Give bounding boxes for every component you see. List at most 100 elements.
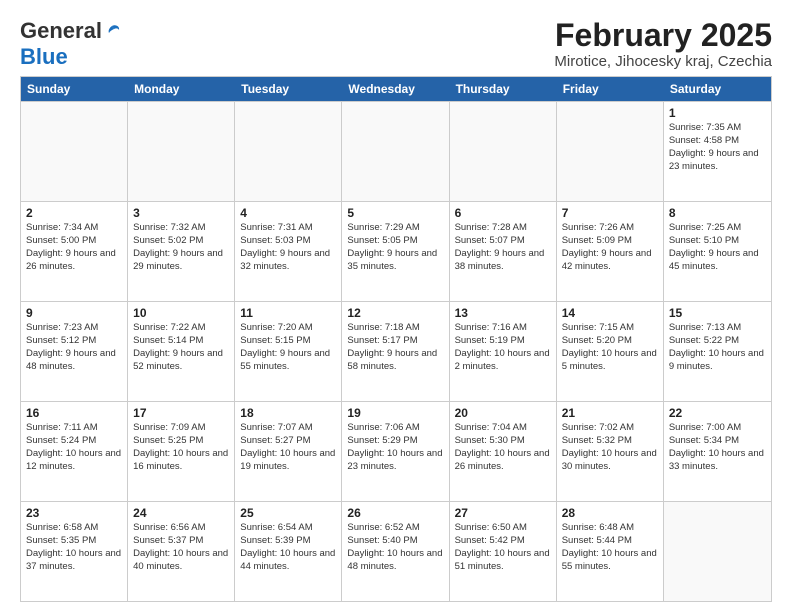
day-cell-23: 23 Sunrise: 6:58 AM Sunset: 5:35 PM Dayli…: [21, 502, 128, 601]
day-cell-17: 17 Sunrise: 7:09 AM Sunset: 5:25 PM Dayli…: [128, 402, 235, 501]
calendar: SundayMondayTuesdayWednesdayThursdayFrid…: [20, 76, 772, 602]
day-cell-6: 6 Sunrise: 7:28 AM Sunset: 5:07 PM Daylig…: [450, 202, 557, 301]
day-number: 14: [562, 306, 658, 320]
weekday-header-tuesday: Tuesday: [235, 77, 342, 101]
weekday-header-friday: Friday: [557, 77, 664, 101]
day-cell-4: 4 Sunrise: 7:31 AM Sunset: 5:03 PM Daylig…: [235, 202, 342, 301]
day-number: 6: [455, 206, 551, 220]
day-info: Sunrise: 7:26 AM Sunset: 5:09 PM Dayligh…: [562, 222, 658, 273]
day-number: 24: [133, 506, 229, 520]
day-number: 19: [347, 406, 443, 420]
day-cell-18: 18 Sunrise: 7:07 AM Sunset: 5:27 PM Dayli…: [235, 402, 342, 501]
day-number: 15: [669, 306, 766, 320]
day-number: 26: [347, 506, 443, 520]
empty-cell-4-6: [664, 502, 771, 601]
day-number: 8: [669, 206, 766, 220]
title-block: February 2025 Mirotice, Jihocesky kraj, …: [554, 18, 772, 70]
calendar-body: 1 Sunrise: 7:35 AM Sunset: 4:58 PM Daylig…: [21, 101, 771, 601]
day-info: Sunrise: 6:52 AM Sunset: 5:40 PM Dayligh…: [347, 522, 443, 573]
day-info: Sunrise: 7:18 AM Sunset: 5:17 PM Dayligh…: [347, 322, 443, 373]
day-number: 28: [562, 506, 658, 520]
day-number: 16: [26, 406, 122, 420]
day-cell-25: 25 Sunrise: 6:54 AM Sunset: 5:39 PM Dayli…: [235, 502, 342, 601]
empty-cell-0-4: [450, 102, 557, 201]
day-cell-10: 10 Sunrise: 7:22 AM Sunset: 5:14 PM Dayli…: [128, 302, 235, 401]
day-number: 25: [240, 506, 336, 520]
day-info: Sunrise: 7:32 AM Sunset: 5:02 PM Dayligh…: [133, 222, 229, 273]
empty-cell-0-3: [342, 102, 449, 201]
day-number: 17: [133, 406, 229, 420]
day-number: 18: [240, 406, 336, 420]
empty-cell-0-5: [557, 102, 664, 201]
day-info: Sunrise: 7:16 AM Sunset: 5:19 PM Dayligh…: [455, 322, 551, 373]
empty-cell-0-2: [235, 102, 342, 201]
day-info: Sunrise: 7:15 AM Sunset: 5:20 PM Dayligh…: [562, 322, 658, 373]
day-cell-20: 20 Sunrise: 7:04 AM Sunset: 5:30 PM Dayli…: [450, 402, 557, 501]
day-number: 27: [455, 506, 551, 520]
day-info: Sunrise: 7:35 AM Sunset: 4:58 PM Dayligh…: [669, 122, 766, 173]
day-info: Sunrise: 7:04 AM Sunset: 5:30 PM Dayligh…: [455, 422, 551, 473]
day-number: 13: [455, 306, 551, 320]
day-number: 10: [133, 306, 229, 320]
day-info: Sunrise: 6:58 AM Sunset: 5:35 PM Dayligh…: [26, 522, 122, 573]
day-cell-14: 14 Sunrise: 7:15 AM Sunset: 5:20 PM Dayli…: [557, 302, 664, 401]
day-cell-26: 26 Sunrise: 6:52 AM Sunset: 5:40 PM Dayli…: [342, 502, 449, 601]
day-info: Sunrise: 7:34 AM Sunset: 5:00 PM Dayligh…: [26, 222, 122, 273]
weekday-header-wednesday: Wednesday: [342, 77, 449, 101]
day-info: Sunrise: 7:22 AM Sunset: 5:14 PM Dayligh…: [133, 322, 229, 373]
day-number: 21: [562, 406, 658, 420]
calendar-row-3: 16Sunrise: 7:11 AM Sunset: 5:24 PM Dayli…: [21, 401, 771, 501]
day-number: 11: [240, 306, 336, 320]
empty-cell-0-1: [128, 102, 235, 201]
day-info: Sunrise: 7:13 AM Sunset: 5:22 PM Dayligh…: [669, 322, 766, 373]
day-info: Sunrise: 6:54 AM Sunset: 5:39 PM Dayligh…: [240, 522, 336, 573]
day-cell-28: 28 Sunrise: 6:48 AM Sunset: 5:44 PM Dayli…: [557, 502, 664, 601]
day-cell-3: 3 Sunrise: 7:32 AM Sunset: 5:02 PM Daylig…: [128, 202, 235, 301]
day-number: 4: [240, 206, 336, 220]
day-info: Sunrise: 6:48 AM Sunset: 5:44 PM Dayligh…: [562, 522, 658, 573]
calendar-header: SundayMondayTuesdayWednesdayThursdayFrid…: [21, 77, 771, 101]
day-cell-11: 11 Sunrise: 7:20 AM Sunset: 5:15 PM Dayli…: [235, 302, 342, 401]
day-info: Sunrise: 7:31 AM Sunset: 5:03 PM Dayligh…: [240, 222, 336, 273]
day-cell-8: 8 Sunrise: 7:25 AM Sunset: 5:10 PM Daylig…: [664, 202, 771, 301]
day-info: Sunrise: 7:28 AM Sunset: 5:07 PM Dayligh…: [455, 222, 551, 273]
day-cell-15: 15 Sunrise: 7:13 AM Sunset: 5:22 PM Dayli…: [664, 302, 771, 401]
day-number: 7: [562, 206, 658, 220]
day-cell-7: 7 Sunrise: 7:26 AM Sunset: 5:09 PM Daylig…: [557, 202, 664, 301]
day-cell-16: 16Sunrise: 7:11 AM Sunset: 5:24 PM Dayli…: [21, 402, 128, 501]
day-info: Sunrise: 7:09 AM Sunset: 5:25 PM Dayligh…: [133, 422, 229, 473]
day-info: Sunrise: 7:20 AM Sunset: 5:15 PM Dayligh…: [240, 322, 336, 373]
day-cell-1: 1 Sunrise: 7:35 AM Sunset: 4:58 PM Daylig…: [664, 102, 771, 201]
day-number: 9: [26, 306, 122, 320]
day-number: 12: [347, 306, 443, 320]
day-cell-2: 2Sunrise: 7:34 AM Sunset: 5:00 PM Daylig…: [21, 202, 128, 301]
day-info: Sunrise: 7:07 AM Sunset: 5:27 PM Dayligh…: [240, 422, 336, 473]
day-info: Sunrise: 7:25 AM Sunset: 5:10 PM Dayligh…: [669, 222, 766, 273]
page-title: February 2025: [554, 18, 772, 53]
logo: General Blue: [20, 18, 121, 70]
calendar-row-4: 23 Sunrise: 6:58 AM Sunset: 5:35 PM Dayli…: [21, 501, 771, 601]
weekday-header-saturday: Saturday: [664, 77, 771, 101]
logo-blue: Blue: [20, 44, 68, 70]
day-info: Sunrise: 7:23 AM Sunset: 5:12 PM Dayligh…: [26, 322, 122, 373]
weekday-header-monday: Monday: [128, 77, 235, 101]
day-number: 20: [455, 406, 551, 420]
day-info: Sunrise: 6:56 AM Sunset: 5:37 PM Dayligh…: [133, 522, 229, 573]
empty-cell-0-0: [21, 102, 128, 201]
day-cell-12: 12 Sunrise: 7:18 AM Sunset: 5:17 PM Dayli…: [342, 302, 449, 401]
page-subtitle: Mirotice, Jihocesky kraj, Czechia: [554, 53, 772, 70]
day-cell-9: 9 Sunrise: 7:23 AM Sunset: 5:12 PM Daylig…: [21, 302, 128, 401]
day-info: Sunrise: 7:29 AM Sunset: 5:05 PM Dayligh…: [347, 222, 443, 273]
day-cell-13: 13 Sunrise: 7:16 AM Sunset: 5:19 PM Dayli…: [450, 302, 557, 401]
weekday-header-thursday: Thursday: [450, 77, 557, 101]
day-number: 23: [26, 506, 122, 520]
day-number: 5: [347, 206, 443, 220]
day-cell-21: 21 Sunrise: 7:02 AM Sunset: 5:32 PM Dayli…: [557, 402, 664, 501]
day-cell-27: 27Sunrise: 6:50 AM Sunset: 5:42 PM Dayli…: [450, 502, 557, 601]
day-number: 3: [133, 206, 229, 220]
day-info: Sunrise: 7:02 AM Sunset: 5:32 PM Dayligh…: [562, 422, 658, 473]
day-cell-22: 22Sunrise: 7:00 AM Sunset: 5:34 PM Dayli…: [664, 402, 771, 501]
day-info: Sunrise: 7:06 AM Sunset: 5:29 PM Dayligh…: [347, 422, 443, 473]
weekday-header-sunday: Sunday: [21, 77, 128, 101]
day-number: 1: [669, 106, 766, 120]
